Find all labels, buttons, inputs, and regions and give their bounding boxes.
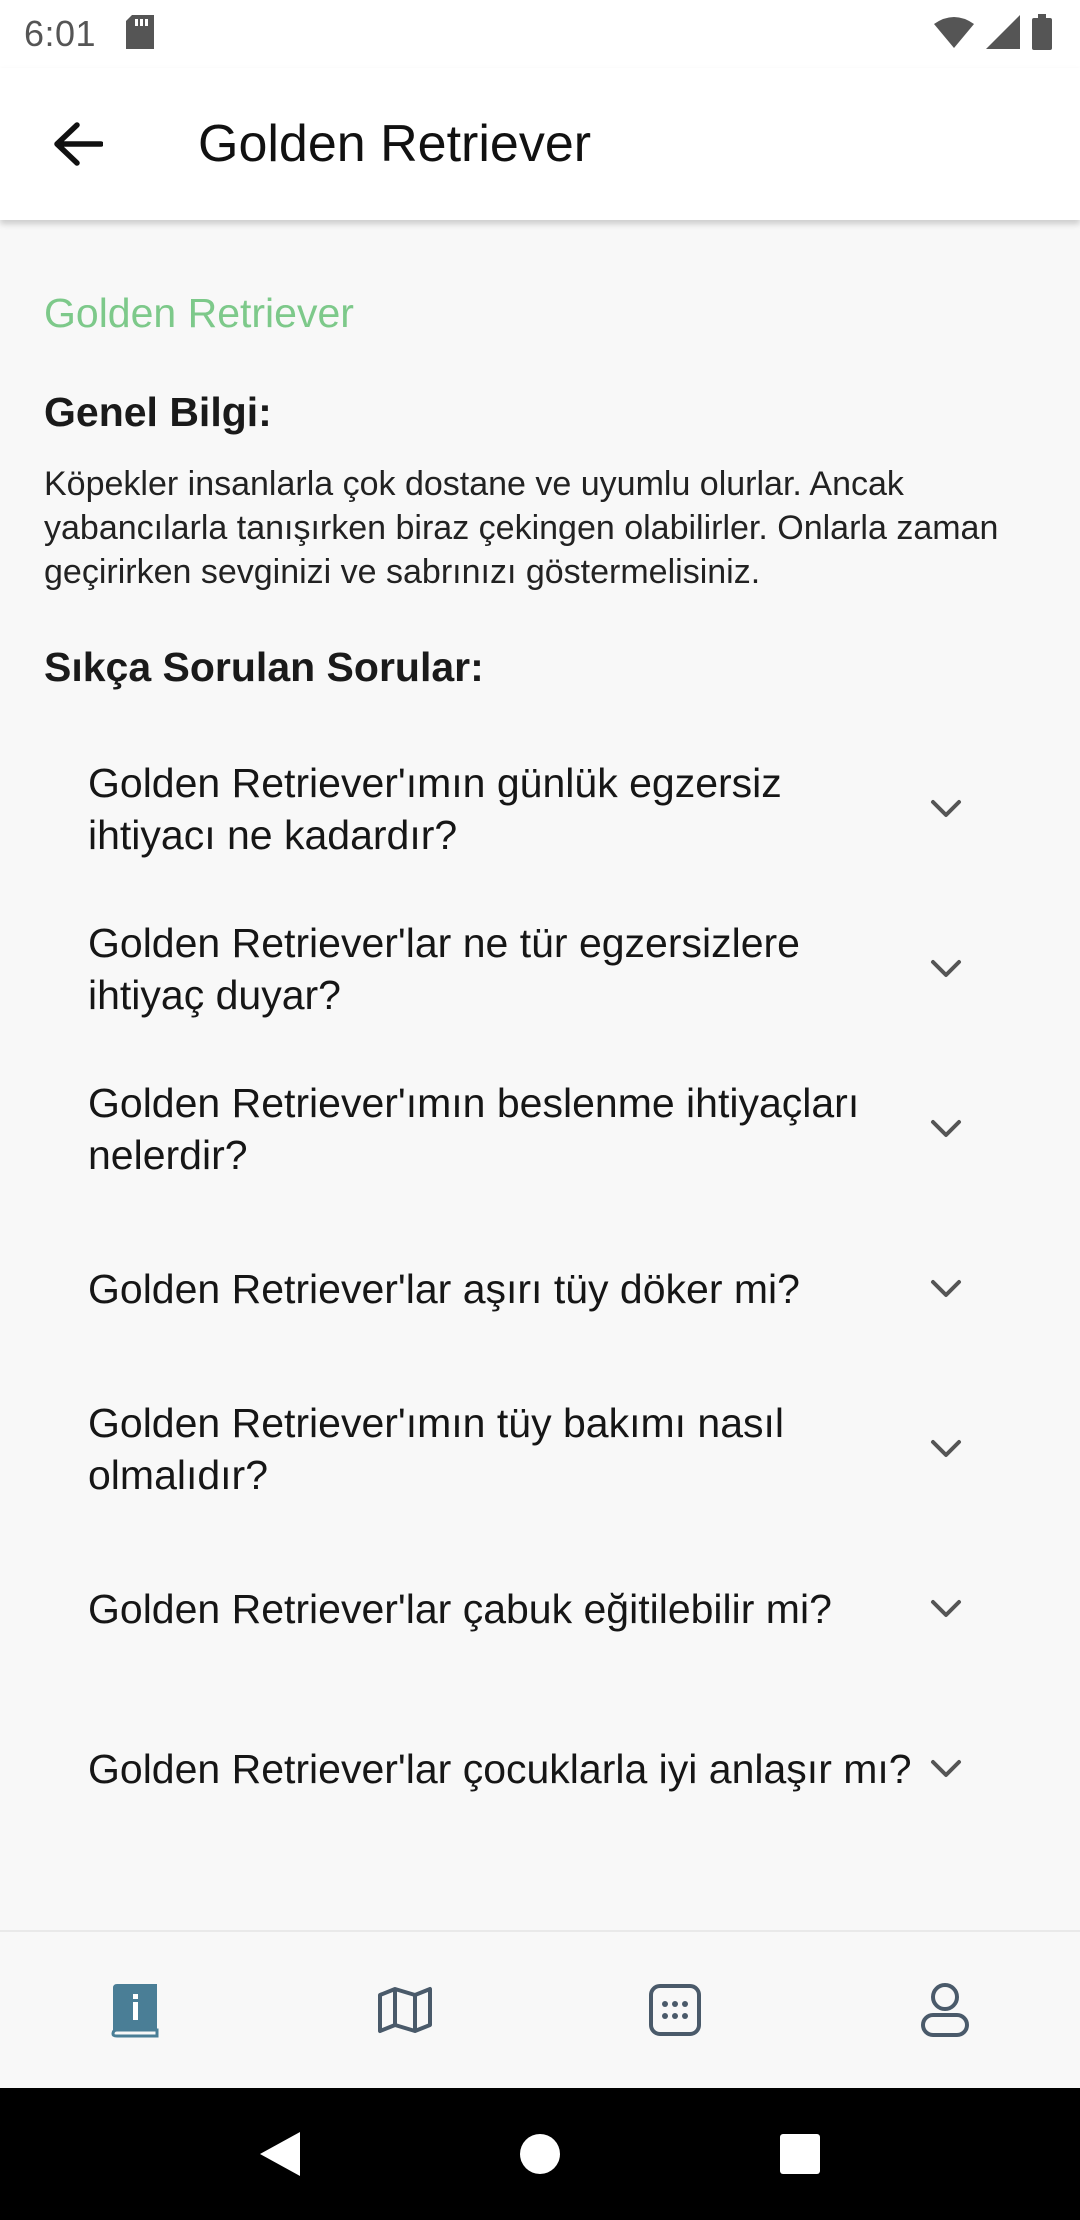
faq-item[interactable]: Golden Retriever'ımın günlük egzersiz ih…: [44, 729, 1036, 889]
back-button[interactable]: [30, 96, 126, 192]
system-back-button[interactable]: [230, 2104, 330, 2204]
chevron-down-icon[interactable]: [926, 1269, 966, 1309]
faq-question: Golden Retriever'ımın günlük egzersiz ih…: [88, 760, 782, 858]
arrow-left-icon: [54, 122, 103, 166]
bottom-nav: [0, 1930, 1080, 2088]
system-nav-bar: [0, 2088, 1080, 2220]
chevron-down-icon[interactable]: [926, 1589, 966, 1629]
faq-question: Golden Retriever'lar ne tür egzersizlere…: [88, 920, 800, 1018]
system-recents-button[interactable]: [750, 2104, 850, 2204]
faq-question: Golden Retriever'lar çabuk eğitilebilir …: [88, 1586, 832, 1632]
status-left: 6:01: [24, 13, 155, 55]
chevron-down-icon[interactable]: [926, 789, 966, 829]
battery-icon: [1032, 13, 1052, 55]
faq-question: Golden Retriever'lar çocuklarla iyi anla…: [88, 1746, 912, 1792]
status-time: 6:01: [24, 13, 97, 54]
status-right: [934, 13, 1052, 55]
faq-question: Golden Retriever'ımın beslenme ihtiyaçla…: [88, 1080, 860, 1178]
nav-item-map[interactable]: [345, 1950, 465, 2070]
triangle-back-icon: [260, 2132, 300, 2176]
wifi-icon: [934, 16, 974, 53]
breed-detail-content: Golden Retriever Genel Bilgi: Köpekler i…: [0, 220, 1080, 1930]
sd-card-icon: [126, 14, 155, 54]
page-title: Golden Retriever: [198, 115, 592, 173]
status-bar: 6:01: [0, 0, 1080, 68]
faq-item[interactable]: Golden Retriever'ımın beslenme ihtiyaçla…: [44, 1049, 1036, 1209]
faq-item[interactable]: Golden Retriever'lar aşırı tüy döker mi?: [44, 1209, 1036, 1369]
map-icon: [378, 1987, 432, 2033]
chevron-down-icon[interactable]: [926, 949, 966, 989]
nav-item-info[interactable]: [75, 1950, 195, 2070]
signal-icon: [986, 14, 1020, 54]
circle-home-icon: [520, 2134, 560, 2174]
faq-list: Golden Retriever'ımın günlük egzersiz ih…: [44, 729, 1036, 1849]
general-info-text: Köpekler insanlarla çok dostane ve uyuml…: [44, 465, 999, 591]
app-bar: Golden Retriever: [0, 68, 1080, 220]
general-info-heading: Genel Bilgi:: [44, 389, 272, 435]
nav-item-calendar[interactable]: [615, 1950, 735, 2070]
faq-item[interactable]: Golden Retriever'lar çocuklarla iyi anla…: [44, 1689, 1036, 1849]
chevron-down-icon[interactable]: [926, 1109, 966, 1149]
profile-icon: [921, 1983, 969, 2037]
faq-question: Golden Retriever'ımın tüy bakımı nasıl o…: [88, 1400, 784, 1498]
faq-item[interactable]: Golden Retriever'lar ne tür egzersizlere…: [44, 889, 1036, 1049]
system-home-button[interactable]: [490, 2104, 590, 2204]
info-book-icon: [111, 1984, 159, 2038]
chevron-down-icon[interactable]: [926, 1429, 966, 1469]
faq-heading: Sıkça Sorulan Sorular:: [44, 644, 484, 690]
chevron-down-icon[interactable]: [926, 1749, 966, 1789]
breed-name: Golden Retriever: [44, 290, 354, 336]
faq-item[interactable]: Golden Retriever'ımın tüy bakımı nasıl o…: [44, 1369, 1036, 1529]
calendar-grid-icon: [649, 1984, 701, 2036]
square-recents-icon: [780, 2134, 820, 2174]
nav-item-profile[interactable]: [885, 1950, 1005, 2070]
faq-item[interactable]: Golden Retriever'lar çabuk eğitilebilir …: [44, 1529, 1036, 1689]
faq-question: Golden Retriever'lar aşırı tüy döker mi?: [88, 1266, 800, 1312]
